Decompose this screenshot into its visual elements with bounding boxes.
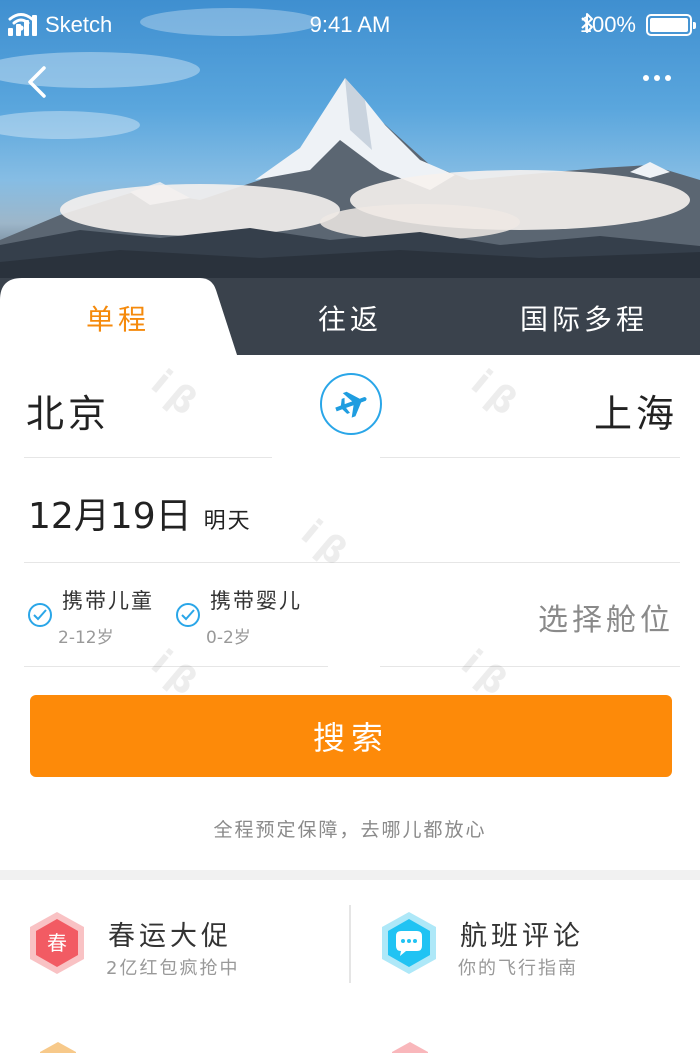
departure-date[interactable]: 12月19日 明天: [28, 487, 252, 539]
promo-subtitle: 你的飞行指南: [458, 958, 578, 979]
chevron-left-icon: [28, 66, 46, 98]
back-button[interactable]: [22, 62, 56, 102]
departure-city[interactable]: 北京: [26, 383, 110, 438]
chat-bubble-hexagon-icon: [382, 912, 436, 974]
cabin-class-selector[interactable]: 选择舱位: [538, 595, 674, 639]
promo-subtitle: 2亿红包疯抢中: [106, 958, 240, 979]
tab-round-trip[interactable]: 往返: [250, 278, 450, 358]
more-icon[interactable]: [640, 66, 674, 90]
status-bar: Sketch 9:41 AM 100%: [0, 0, 700, 50]
divider: [24, 666, 328, 667]
divider: [380, 457, 680, 458]
option-title: 携带儿童: [62, 589, 154, 613]
option-age-range: 2-12岁: [58, 628, 114, 648]
battery-icon: [646, 14, 696, 36]
promo-title: 航班评论: [460, 921, 584, 952]
arrival-city[interactable]: 上海: [594, 383, 678, 438]
watermark: iβ: [293, 512, 361, 579]
flight-booking-screen: Sketch 9:41 AM 100% 单程 往返 国际多程 北京 上海 12月…: [0, 0, 700, 1053]
search-button[interactable]: 搜索: [30, 695, 672, 777]
section-gap: [0, 870, 700, 880]
search-form: 北京 上海 12月19日 明天 携带儿童 2-12岁 携带婴儿 0-2岁 选择舱…: [0, 355, 700, 870]
trip-type-tabs: 单程 往返 国际多程: [0, 278, 700, 358]
bluetooth-icon: [581, 13, 593, 33]
divider: [24, 562, 680, 563]
option-age-range: 0-2岁: [206, 628, 251, 648]
date-relative: 明天: [203, 509, 252, 534]
swap-cities-button[interactable]: [320, 373, 382, 435]
date-value: 12月19日: [28, 496, 192, 537]
promo-icon-char: 春: [47, 931, 67, 955]
divider: [24, 457, 272, 458]
promo-divider: [349, 905, 351, 983]
promo-title: 春运大促: [108, 921, 232, 952]
next-row-icon: [40, 1042, 76, 1053]
option-title: 携带婴儿: [210, 589, 302, 613]
guarantee-text: 全程预定保障，去哪儿都放心: [213, 819, 487, 841]
spring-hexagon-icon: 春: [30, 912, 84, 974]
watermark: iβ: [463, 362, 531, 429]
watermark: iβ: [143, 362, 211, 429]
promo-section: 春 春运大促 2亿红包疯抢中 航班评论 你的飞行指南: [0, 880, 700, 1053]
tab-multi-city[interactable]: 国际多程: [468, 278, 700, 358]
tab-one-way[interactable]: 单程: [0, 278, 236, 358]
check-circle-icon[interactable]: [176, 603, 200, 627]
next-row-icon: [392, 1042, 428, 1053]
battery-fill: [650, 18, 688, 32]
airplane-icon: [335, 391, 367, 418]
divider: [380, 666, 680, 667]
status-right: 100%: [580, 12, 696, 38]
check-circle-icon[interactable]: [28, 603, 52, 627]
